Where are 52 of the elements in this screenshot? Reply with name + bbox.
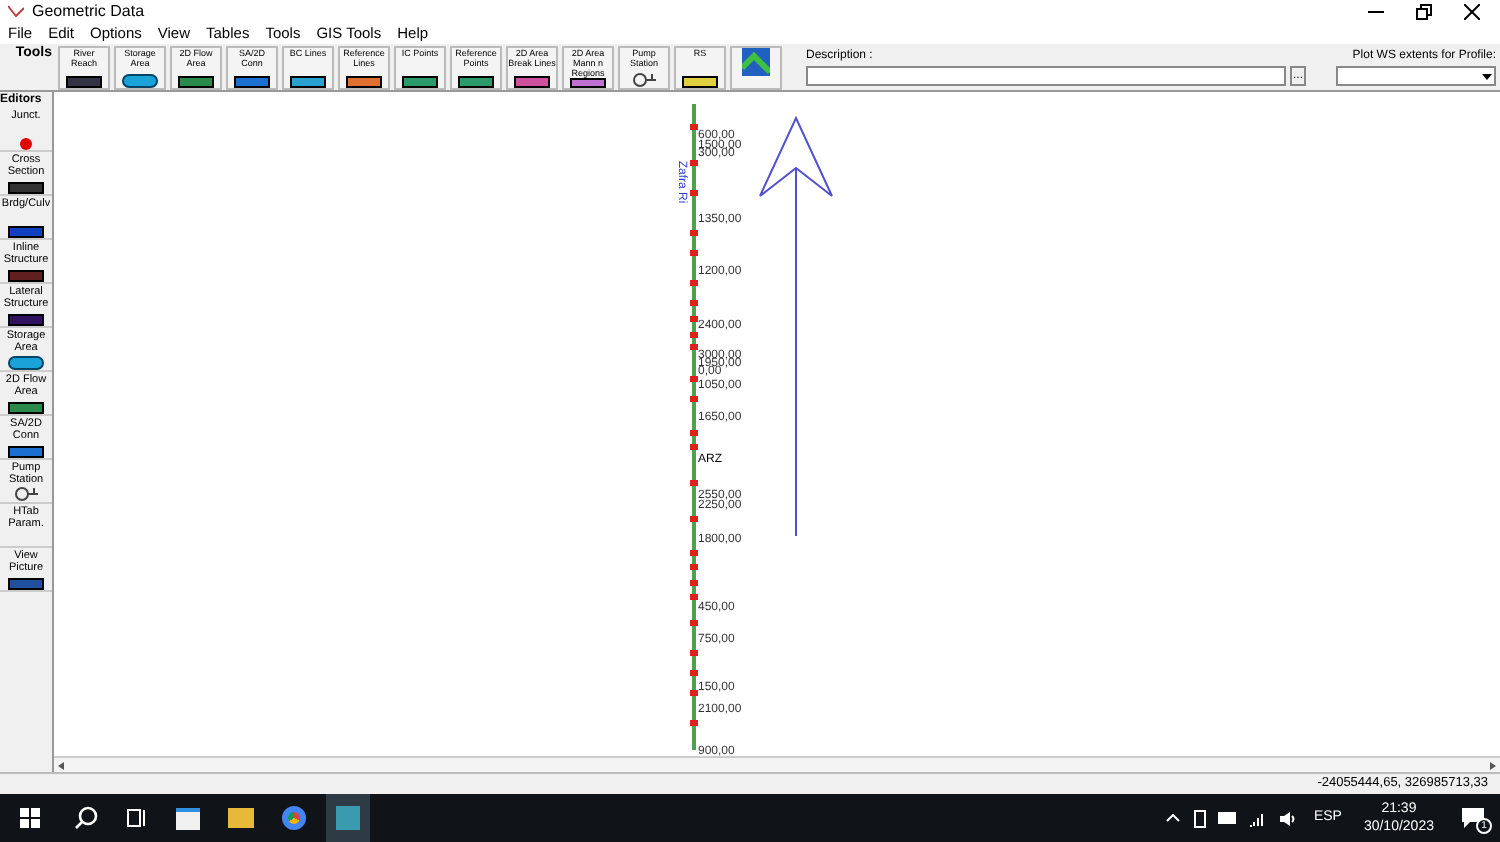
cross-section-tick	[690, 580, 698, 586]
cross-section-tick	[690, 564, 698, 570]
notifications-icon[interactable]	[1462, 808, 1484, 828]
scroll-right-icon[interactable]	[1490, 762, 1496, 770]
cross-section-tick	[690, 280, 698, 286]
description-field[interactable]	[806, 66, 1286, 86]
cross-section-tick	[690, 332, 698, 338]
cross-section-tick	[690, 160, 698, 166]
cross-section-tick	[690, 190, 698, 196]
cross-section-tick	[690, 594, 698, 600]
cross-section-tick	[690, 444, 698, 450]
battery-icon[interactable]	[1217, 812, 1236, 824]
task-view-icon[interactable]	[126, 808, 148, 828]
cross-section-tick	[690, 124, 698, 130]
cross-section-tick	[690, 516, 698, 522]
cross-section-tick	[690, 690, 698, 696]
storage-area-icon	[8, 356, 44, 370]
restore-button[interactable]	[1416, 4, 1432, 20]
window-title: Geometric Data	[32, 0, 145, 24]
cross-section-tick	[690, 316, 698, 322]
cross-section-tick	[690, 430, 698, 436]
caret-icon	[1482, 73, 1492, 79]
cross-section-tick	[690, 344, 698, 350]
chevron-up-icon[interactable]	[1165, 814, 1180, 822]
device-icon[interactable]	[1193, 809, 1206, 827]
profile-dropdown[interactable]	[1336, 66, 1496, 86]
cross-section-tick	[690, 230, 698, 236]
cross-section-tick	[690, 620, 698, 626]
cross-section-tick	[690, 480, 698, 486]
toolbar-button[interactable]	[730, 45, 782, 89]
app-taskbar-icon[interactable]	[326, 794, 370, 842]
map-layers-icon	[742, 47, 770, 75]
pump-icon	[630, 71, 658, 87]
cross-section-tick	[690, 550, 698, 556]
browser-icon[interactable]	[282, 806, 306, 830]
wifi-icon[interactable]	[1247, 809, 1266, 827]
cross-section-tick	[690, 650, 698, 656]
pump-icon	[12, 486, 40, 502]
cross-section-tick	[690, 376, 698, 382]
windows-start-icon[interactable]	[20, 808, 40, 828]
cross-section-tick	[690, 670, 698, 676]
search-icon[interactable]	[74, 806, 98, 830]
speaker-icon[interactable]	[1277, 809, 1298, 827]
app-logo-icon	[8, 4, 24, 20]
scroll-left-icon[interactable]	[58, 762, 64, 770]
store-icon[interactable]	[176, 807, 200, 829]
cross-section-tick	[690, 396, 698, 402]
cross-section-tick	[690, 300, 698, 306]
cross-section-tick	[690, 720, 698, 726]
storage-area-icon	[122, 73, 158, 87]
cross-section-tick	[690, 250, 698, 256]
close-button[interactable]	[1464, 4, 1480, 20]
